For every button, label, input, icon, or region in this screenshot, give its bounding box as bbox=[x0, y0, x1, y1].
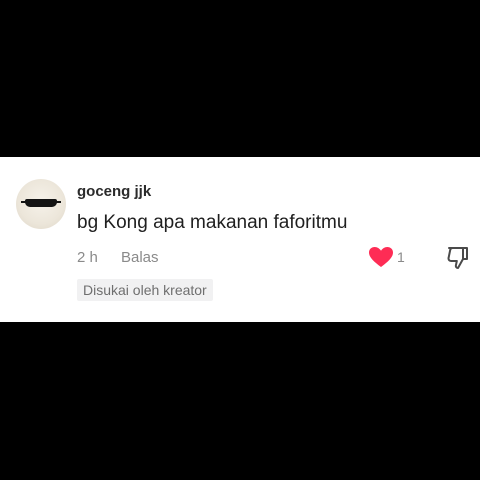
video-letterbox-bottom bbox=[0, 322, 480, 480]
reply-button[interactable]: Balas bbox=[121, 249, 159, 266]
comment-text: bg Kong apa makanan faforitmu bbox=[77, 212, 348, 233]
thumbs-down-icon[interactable] bbox=[446, 245, 470, 271]
video-letterbox-top bbox=[0, 0, 480, 157]
like-button[interactable]: 1 bbox=[368, 245, 405, 269]
avatar-sunglasses-icon bbox=[21, 199, 61, 207]
comment-timestamp: 2 h bbox=[77, 249, 98, 266]
liked-by-creator-badge: Disukai oleh kreator bbox=[77, 279, 213, 301]
like-count: 1 bbox=[397, 249, 405, 265]
avatar[interactable] bbox=[16, 179, 66, 229]
comment-username[interactable]: goceng jjk bbox=[77, 183, 151, 200]
comment-item: goceng jjk bg Kong apa makanan faforitmu… bbox=[0, 157, 480, 322]
heart-icon bbox=[369, 247, 393, 267]
